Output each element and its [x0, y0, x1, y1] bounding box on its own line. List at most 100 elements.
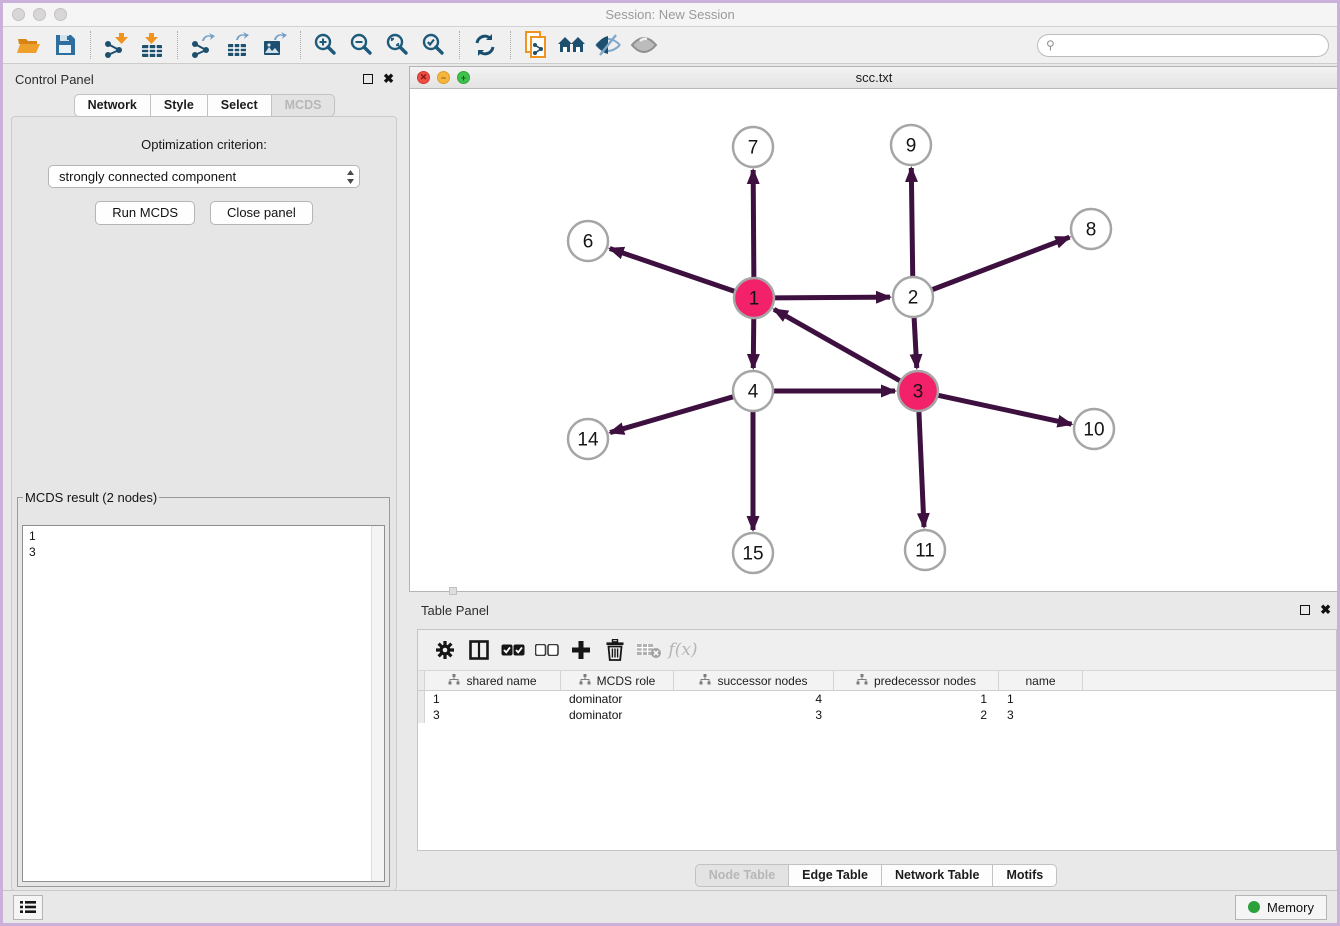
graph-edge-1-2[interactable] — [774, 297, 890, 298]
graph-edge-2-3[interactable] — [914, 317, 917, 368]
float-panel-icon[interactable] — [1300, 605, 1310, 615]
tab-motifs[interactable]: Motifs — [992, 864, 1057, 887]
close-panel-icon[interactable]: ✖ — [383, 74, 394, 84]
node-table-header: shared nameMCDS rolesuccessor nodes prede… — [418, 670, 1336, 691]
task-history-button[interactable] — [13, 895, 43, 920]
table-cell[interactable]: 1 — [425, 691, 561, 707]
tab-network-table[interactable]: Network Table — [881, 864, 994, 887]
table-cell[interactable]: 3 — [674, 707, 834, 723]
result-scrollbar[interactable] — [371, 526, 384, 881]
graph-node-7[interactable]: 7 — [733, 127, 773, 167]
tab-select[interactable]: Select — [207, 94, 272, 117]
tree-hierarchy-icon — [856, 674, 868, 688]
export-table-icon[interactable] — [221, 29, 257, 61]
column-header-predecessor-nodes[interactable]: predecessor nodes — [834, 671, 999, 690]
column-header-name[interactable]: name — [999, 671, 1083, 690]
search-input[interactable] — [1037, 34, 1329, 57]
import-table-icon[interactable] — [134, 29, 170, 61]
optimization-criterion-select[interactable]: strongly connected component — [48, 165, 360, 188]
home-icon[interactable] — [554, 29, 590, 61]
table-row[interactable]: 3dominator323 — [418, 707, 1336, 723]
table-cell[interactable]: 3 — [999, 707, 1083, 723]
delete-table-icon[interactable] — [634, 636, 664, 664]
deselect-all-checkboxes-icon[interactable] — [532, 636, 562, 664]
tab-mcds[interactable]: MCDS — [271, 94, 336, 117]
clone-network-icon[interactable] — [518, 29, 554, 61]
table-options-gear-icon[interactable] — [430, 636, 460, 664]
export-image-icon[interactable] — [257, 29, 293, 61]
table-cell[interactable]: 1 — [834, 691, 999, 707]
tab-style[interactable]: Style — [150, 94, 208, 117]
zoom-fit-icon[interactable] — [380, 29, 416, 61]
run-mcds-button[interactable]: Run MCDS — [95, 201, 195, 225]
graph-node-label: 6 — [583, 232, 594, 253]
export-network-icon[interactable] — [185, 29, 221, 61]
close-panel-button[interactable]: Close panel — [210, 201, 313, 225]
close-panel-icon[interactable]: ✖ — [1320, 605, 1331, 615]
graph-edge-1-4[interactable] — [753, 318, 754, 368]
graph-edge-3-10[interactable] — [938, 395, 1072, 424]
tab-node-table[interactable]: Node Table — [695, 864, 789, 887]
mcds-result-text: 13 — [23, 526, 370, 881]
import-network-icon[interactable] — [98, 29, 134, 61]
graph-node-4[interactable]: 4 — [733, 371, 773, 411]
graph-edge-2-9[interactable] — [911, 168, 912, 277]
apply-function-icon[interactable]: f(x) — [668, 636, 698, 664]
graph-node-15[interactable]: 15 — [733, 533, 773, 573]
table-cell[interactable]: 4 — [674, 691, 834, 707]
graph-node-8[interactable]: 8 — [1071, 209, 1111, 249]
network-window-titlebar: ✕ − + scc.txt — [410, 67, 1338, 89]
graph-edge-2-8[interactable] — [932, 237, 1070, 290]
graph-edge-1-7[interactable] — [753, 170, 754, 278]
table-cell[interactable]: 1 — [999, 691, 1083, 707]
add-column-icon[interactable] — [566, 636, 596, 664]
column-header-label: predecessor nodes — [874, 674, 976, 688]
tab-edge-table[interactable]: Edge Table — [788, 864, 882, 887]
show-graphics-details-icon[interactable] — [590, 29, 626, 61]
main-content: Control Panel ✖ NetworkStyleSelectMCDS O… — [3, 64, 1337, 890]
float-panel-icon[interactable] — [363, 74, 373, 84]
graph-node-9[interactable]: 9 — [891, 125, 931, 165]
network-view-window: ✕ − + scc.txt 1 2 3 4 6 7 8 9 10 11 14 15 — [409, 66, 1339, 592]
table-cell[interactable]: dominator — [561, 707, 674, 723]
graph-node-14[interactable]: 14 — [568, 419, 608, 459]
graph-node-3[interactable]: 3 — [898, 371, 938, 411]
network-canvas[interactable]: 1 2 3 4 6 7 8 9 10 11 14 15 — [410, 89, 1338, 596]
tree-hierarchy-icon — [699, 674, 711, 688]
graph-node-label: 3 — [913, 382, 924, 403]
graph-node-11[interactable]: 11 — [905, 530, 945, 570]
zoom-in-icon[interactable] — [308, 29, 344, 61]
table-cell[interactable]: 3 — [425, 707, 561, 723]
graph-node-2[interactable]: 2 — [893, 277, 933, 317]
table-row[interactable]: 1dominator411 — [418, 691, 1336, 707]
table-panel-header: Table Panel ✖ — [409, 595, 1340, 625]
mcds-result-area: 13 — [22, 525, 385, 882]
refresh-icon[interactable] — [467, 29, 503, 61]
table-cell[interactable]: dominator — [561, 691, 674, 707]
column-layout-icon[interactable] — [464, 636, 494, 664]
birdseye-view-icon[interactable] — [626, 29, 662, 61]
optimization-criterion-label: Optimization criterion: — [12, 137, 396, 152]
status-bar: Memory — [3, 890, 1337, 923]
column-header-shared-name[interactable]: shared name — [425, 671, 561, 690]
graph-edge-4-14[interactable] — [610, 397, 734, 433]
column-header-MCDS-role[interactable]: MCDS role — [561, 671, 674, 690]
delete-column-icon[interactable] — [600, 636, 630, 664]
memory-button[interactable]: Memory — [1235, 895, 1327, 920]
zoom-out-icon[interactable] — [344, 29, 380, 61]
graph-node-1[interactable]: 1 — [734, 278, 774, 318]
tab-network[interactable]: Network — [74, 94, 151, 117]
split-handle[interactable] — [449, 587, 457, 595]
column-header-successor-nodes[interactable]: successor nodes — [674, 671, 834, 690]
graph-edge-3-11[interactable] — [919, 411, 924, 527]
graph-edge-1-6[interactable] — [610, 248, 735, 291]
graph-edge-3-1[interactable] — [774, 309, 901, 381]
open-session-icon[interactable] — [11, 29, 47, 61]
table-cell[interactable]: 2 — [834, 707, 999, 723]
save-session-icon[interactable] — [47, 29, 83, 61]
graph-node-10[interactable]: 10 — [1074, 409, 1114, 449]
zoom-selected-icon[interactable] — [416, 29, 452, 61]
graph-node-6[interactable]: 6 — [568, 221, 608, 261]
select-all-checkboxes-icon[interactable] — [498, 636, 528, 664]
network-window-title: scc.txt — [410, 70, 1338, 85]
